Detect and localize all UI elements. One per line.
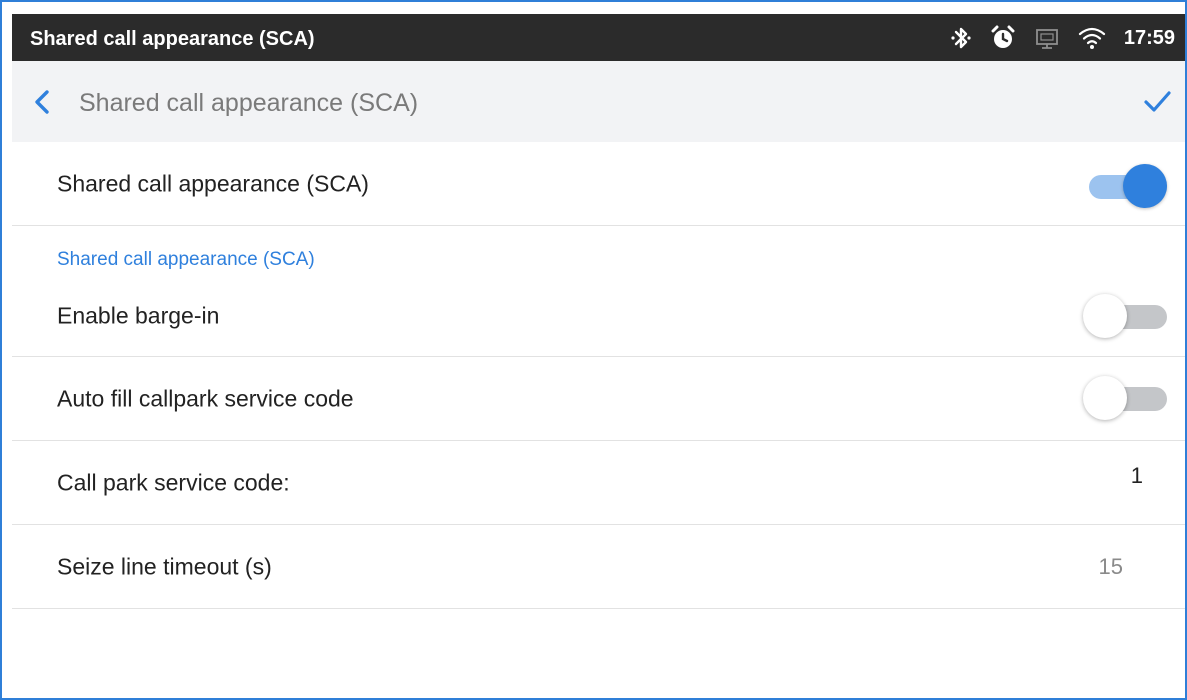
screen-frame: Shared call appearance (SCA) 17:59 Share… (0, 0, 1187, 700)
switch-knob (1123, 164, 1167, 208)
barge-in-label: Enable barge-in (57, 302, 220, 329)
section-header: Shared call appearance (SCA) (57, 249, 315, 270)
page-title: Shared call appearance (SCA) (79, 89, 419, 117)
checkmark-icon (1144, 91, 1171, 112)
wifi-icon (1078, 25, 1106, 51)
auto-fill-row[interactable]: Auto fill callpark service code (12, 357, 1185, 441)
status-icons: 17:59 (950, 24, 1175, 52)
monitor-icon (1034, 25, 1060, 51)
status-bar: Shared call appearance (SCA) 17:59 (12, 14, 1185, 61)
switch-knob (1083, 376, 1127, 420)
barge-in-switch[interactable] (1083, 292, 1167, 340)
call-park-row[interactable]: Call park service code: 1 (12, 441, 1185, 525)
chevron-left-icon (35, 90, 49, 114)
status-bar-title: Shared call appearance (SCA) (30, 28, 315, 50)
barge-in-row[interactable]: Shared call appearance (SCA) Enable barg… (12, 226, 1185, 357)
sca-switch[interactable] (1083, 162, 1167, 210)
call-park-value: 1 (1130, 462, 1143, 488)
call-park-label: Call park service code: (57, 469, 290, 495)
auto-fill-switch[interactable] (1083, 374, 1167, 422)
alarm-clock-icon (990, 25, 1016, 51)
app-bar: Shared call appearance (SCA) (12, 61, 1185, 142)
back-button[interactable] (30, 89, 56, 115)
switch-knob (1083, 294, 1127, 338)
sca-toggle-label: Shared call appearance (SCA) (57, 170, 369, 196)
confirm-button[interactable] (1141, 87, 1173, 117)
auto-fill-label: Auto fill callpark service code (57, 385, 354, 411)
seize-timeout-row[interactable]: Seize line timeout (s) 15 (12, 525, 1185, 609)
sca-toggle-row[interactable]: Shared call appearance (SCA) (12, 142, 1185, 226)
bluetooth-icon (950, 25, 972, 51)
seize-timeout-label: Seize line timeout (s) (57, 553, 272, 579)
status-time: 17:59 (1123, 26, 1175, 49)
seize-timeout-value: 15 (1098, 553, 1123, 579)
settings-list: Shared call appearance (SCA) Shared call… (12, 142, 1185, 609)
